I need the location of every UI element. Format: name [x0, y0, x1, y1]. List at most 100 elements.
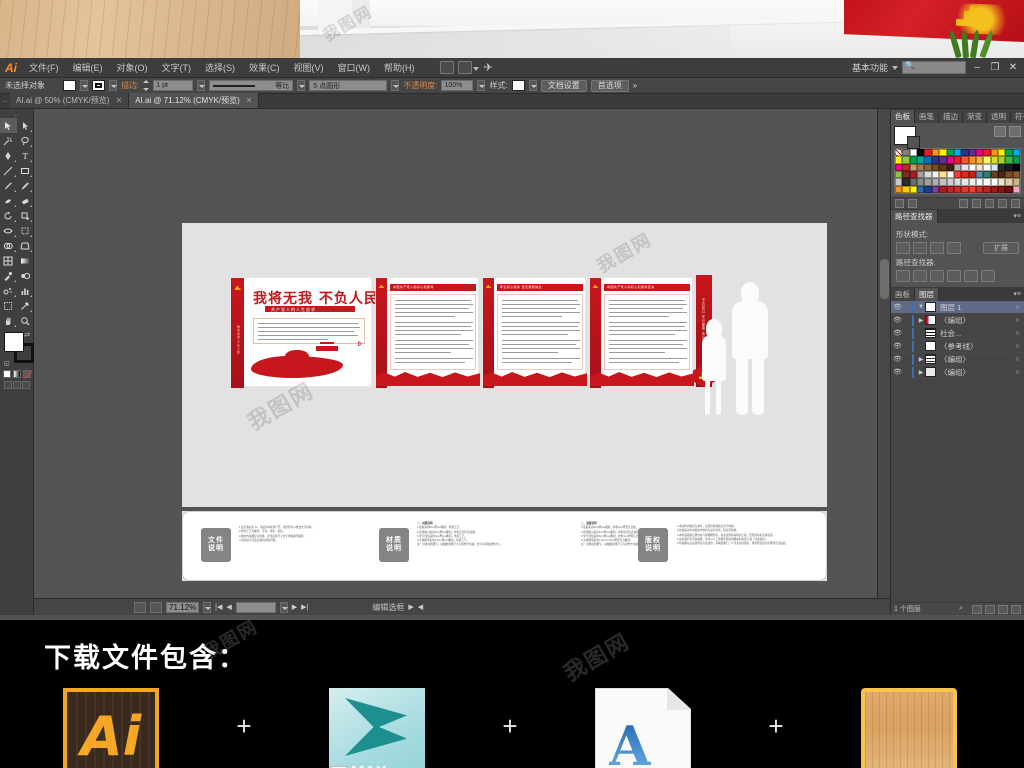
swatch-75[interactable]: [946, 178, 954, 186]
chevron-right-icon[interactable]: ▶: [917, 369, 925, 376]
current-swatch[interactable]: [894, 126, 920, 149]
make-clipping-mask-icon[interactable]: [972, 604, 982, 614]
rectangle-tool[interactable]: [17, 163, 34, 178]
chevron-down-icon[interactable]: [892, 65, 898, 70]
width-tool[interactable]: [0, 223, 17, 238]
eyedropper-tool[interactable]: [0, 268, 17, 283]
stroke-label[interactable]: 描边:: [121, 80, 139, 91]
brush-dropdown-icon[interactable]: [391, 80, 400, 91]
trim-button[interactable]: [913, 270, 927, 283]
swatch-20[interactable]: [917, 156, 925, 164]
swatch-59[interactable]: [953, 171, 962, 179]
swatch-50[interactable]: [1012, 163, 1021, 172]
pen-tool[interactable]: [0, 148, 17, 163]
swatch-libraries-icon[interactable]: [895, 199, 904, 209]
swatch-24[interactable]: [946, 156, 954, 164]
menu-view[interactable]: 视图(V): [287, 58, 331, 78]
swatch-44[interactable]: [968, 163, 976, 172]
swatch-11[interactable]: [975, 149, 984, 157]
layers-list[interactable]: 👁 ▼ 图层 1 ○ 👁 ▶ 〈编组〉 ○ 👁 社会... ○ 👁 〈参考线〉 …: [891, 301, 1024, 602]
swatch-grid[interactable]: [894, 148, 1021, 195]
target-icon[interactable]: ○: [1011, 304, 1024, 311]
stock-icon[interactable]: ✈: [484, 61, 493, 74]
swatch-25[interactable]: [953, 156, 962, 164]
locate-object-icon[interactable]: ⌕: [959, 605, 969, 614]
eye-icon[interactable]: 👁: [891, 342, 904, 350]
tools-panel-handle[interactable]: ‥: [0, 111, 33, 118]
menu-edit[interactable]: 编辑(E): [66, 58, 110, 78]
swatch-96[interactable]: [975, 185, 984, 194]
swatch-64[interactable]: [990, 171, 999, 179]
eye-icon[interactable]: 👁: [891, 329, 904, 337]
swatch-14[interactable]: [998, 149, 1006, 157]
swatch-88[interactable]: [917, 185, 925, 194]
tab-swatches[interactable]: 色板: [891, 110, 915, 123]
swatch-63[interactable]: [983, 171, 991, 179]
preferences-button[interactable]: 首选项: [590, 79, 629, 92]
target-icon[interactable]: ○: [1011, 330, 1024, 337]
blob-brush-tool[interactable]: [0, 193, 17, 208]
brush-definition-select[interactable]: 5 点圆形: [309, 80, 388, 91]
menu-window[interactable]: 窗口(W): [331, 58, 378, 78]
swatch-100[interactable]: [1005, 185, 1013, 194]
swatch-95[interactable]: [968, 185, 976, 194]
shape-builder-tool[interactable]: [0, 238, 17, 253]
swatch-60[interactable]: [961, 171, 969, 179]
swatch-46[interactable]: [983, 163, 991, 172]
layer-row-1[interactable]: 👁 ▶ 〈编组〉 ○: [891, 314, 1024, 328]
stroke-profile-select[interactable]: 等比: [209, 80, 294, 91]
swatch-61[interactable]: [968, 171, 976, 179]
lasso-tool[interactable]: [17, 133, 34, 148]
normal-screen-mode-button[interactable]: [3, 381, 12, 389]
scrollbar-thumb[interactable]: [880, 259, 889, 299]
mesh-tool[interactable]: [0, 253, 17, 268]
swatch-89[interactable]: [924, 185, 932, 194]
swatch-28[interactable]: [975, 156, 984, 164]
duplicate-swatch-icon[interactable]: [998, 199, 1007, 209]
swatch-4[interactable]: [924, 149, 932, 157]
tab-symbols[interactable]: 符号: [1011, 110, 1024, 123]
swatch-21[interactable]: [924, 156, 932, 164]
swatch-41[interactable]: [946, 163, 954, 172]
artboard-main[interactable]: 我将无我 不负人民 我将无我 不负人民 共产党人的人生追求 0 中国共产党人的初…: [182, 223, 827, 507]
tab-brushes[interactable]: 画笔: [915, 110, 939, 123]
swatch-78[interactable]: [968, 178, 976, 186]
fit-artboard-icon[interactable]: [134, 601, 146, 613]
workspace-switcher[interactable]: 基本功能: [852, 61, 888, 74]
artboard-notes[interactable]: 文件 说明 1.设计素材为 AI，请使用Ai软件打开，源文件可以修改文字内容。 …: [182, 511, 827, 581]
target-icon[interactable]: ○: [1011, 369, 1024, 376]
tab-grip-handle[interactable]: ‥: [0, 93, 10, 108]
swatch-82[interactable]: [998, 178, 1006, 186]
layer-row-4[interactable]: 👁 ▶ 〈编组〉 ○: [891, 353, 1024, 367]
canvas[interactable]: 我将无我 不负人民 我将无我 不负人民 共产党人的人生追求 0 中国共产党人的初…: [34, 109, 877, 598]
symbol-sprayer-tool[interactable]: [0, 283, 17, 298]
status-menu-icon[interactable]: ▶: [408, 603, 413, 611]
expand-button[interactable]: 扩展: [983, 242, 1019, 255]
stroke-weight-dropdown-icon[interactable]: [197, 80, 206, 91]
swatch-32[interactable]: [1005, 156, 1013, 164]
swatch-18[interactable]: [902, 156, 910, 164]
slice-tool[interactable]: [17, 298, 34, 313]
delete-swatch-icon[interactable]: [1011, 199, 1020, 209]
artwork-panel-text-2[interactable]: 牢记初心使命 坚定理想信念: [482, 277, 587, 388]
swatch-27[interactable]: [968, 156, 976, 164]
minimize-button[interactable]: –: [970, 61, 984, 75]
eye-icon[interactable]: 👁: [891, 368, 904, 376]
unite-button[interactable]: [896, 242, 910, 255]
artboard-dropdown-icon[interactable]: [279, 601, 288, 613]
swap-fill-stroke-icon[interactable]: ⇄: [24, 331, 30, 339]
swatch-56[interactable]: [931, 171, 940, 179]
swatch-81[interactable]: [990, 178, 999, 186]
swatch-90[interactable]: [931, 185, 940, 194]
swatch-57[interactable]: [939, 171, 947, 179]
menu-file[interactable]: 文件(F): [22, 58, 66, 78]
swatch-40[interactable]: [939, 163, 947, 172]
type-tool[interactable]: T: [17, 148, 34, 163]
swatch-37[interactable]: [917, 163, 925, 172]
close-icon[interactable]: ✕: [246, 96, 253, 105]
swatch-5[interactable]: [931, 149, 940, 157]
swatch-36[interactable]: [909, 163, 918, 172]
menu-help[interactable]: 帮助(H): [377, 58, 422, 78]
swatch-77[interactable]: [961, 178, 969, 186]
selection-tool[interactable]: [0, 118, 17, 133]
